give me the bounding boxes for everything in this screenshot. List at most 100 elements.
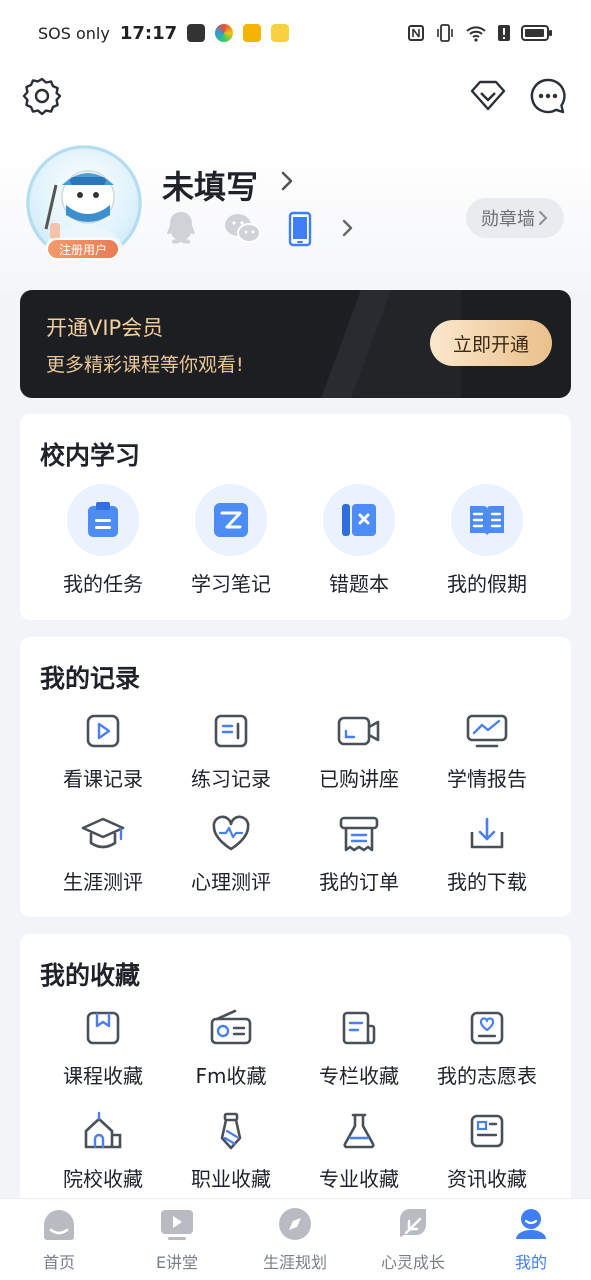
clock: 17:17 [119, 22, 178, 44]
diamond-icon [470, 80, 506, 111]
tab-label: 我的 [514, 1253, 547, 1272]
item-label: 练习记录 [191, 767, 271, 791]
medal-wall-label: 勋章墙 [481, 209, 535, 230]
video-play-icon [161, 1210, 193, 1240]
video-camera-icon [333, 705, 385, 757]
graduation-cap-icon [77, 808, 129, 860]
wrong-book-icon [323, 484, 395, 556]
settings-button[interactable] [22, 76, 62, 116]
item-label: 院校收藏 [63, 1167, 143, 1191]
psych-assessment-item[interactable]: 心理测评 [167, 808, 295, 895]
qq-icon[interactable] [164, 210, 198, 248]
my-vacation-item[interactable]: 我的假期 [423, 484, 551, 597]
carrier-text: SOS only [38, 23, 110, 43]
column-icon [333, 1002, 385, 1054]
my-favorites-card: 我的收藏 课程收藏 Fm收藏 专栏收藏 我的志愿表 院校收藏 职业收藏 专业收藏… [20, 934, 571, 1224]
section-title: 我的收藏 [40, 961, 141, 990]
wechat-icon[interactable] [224, 212, 262, 246]
tab-home[interactable]: 首页 [0, 1207, 118, 1273]
tab-career[interactable]: 生涯规划 [236, 1207, 354, 1273]
note-icon [195, 484, 267, 556]
open-vip-button[interactable]: 立即开通 [430, 320, 552, 366]
news-favorites-item[interactable]: 资讯收藏 [423, 1105, 551, 1192]
learning-report-item[interactable]: 学情报告 [423, 705, 551, 792]
tab-lecture[interactable]: E讲堂 [118, 1207, 236, 1273]
study-notes-item[interactable]: 学习笔记 [167, 484, 295, 597]
section-title: 我的记录 [40, 664, 141, 693]
item-label: 职业收藏 [191, 1167, 271, 1191]
chevron-right-icon[interactable] [278, 170, 296, 192]
compass-icon [279, 1208, 311, 1240]
course-bookmark-icon [77, 1002, 129, 1054]
bottom-tab-bar: 首页 E讲堂 生涯规划 心灵成长 我的 [0, 1198, 591, 1280]
my-records-card: 我的记录 看课记录 练习记录 已购讲座 学情报告 生涯测评 心理测评 我的订单 … [20, 637, 571, 917]
item-label: 我的订单 [319, 870, 399, 894]
clipboard-icon [67, 484, 139, 556]
app-icon [215, 24, 234, 42]
vip-subtitle: 更多精彩课程等你观看! [46, 354, 244, 376]
tab-growth[interactable]: 心灵成长 [354, 1207, 472, 1273]
play-icon [77, 705, 129, 757]
major-favorites-item[interactable]: 专业收藏 [295, 1105, 423, 1192]
my-downloads-item[interactable]: 我的下载 [423, 808, 551, 895]
gear-icon [22, 77, 62, 116]
wifi-icon [466, 26, 486, 42]
status-right [407, 23, 553, 43]
school-icon [77, 1105, 129, 1157]
vip-banner[interactable]: 开通VIP会员 更多精彩课程等你观看! 立即开通 [20, 290, 571, 398]
receipt-icon [333, 808, 385, 860]
monitor-chart-icon [461, 705, 513, 757]
home-icon [44, 1210, 74, 1240]
item-label: 我的任务 [63, 572, 143, 596]
username[interactable]: 未填写 [162, 162, 258, 208]
item-label: 我的志愿表 [437, 1064, 537, 1088]
status-left: SOS only 17:17 [38, 22, 290, 44]
course-favorites-item[interactable]: 课程收藏 [39, 1002, 167, 1089]
app-icon [271, 24, 290, 42]
status-bar: SOS only 17:17 [0, 0, 591, 66]
tab-label: 生涯规划 [262, 1253, 327, 1272]
tab-mine[interactable]: 我的 [472, 1207, 590, 1273]
linked-accounts [164, 210, 312, 248]
alert-icon [498, 25, 510, 41]
fm-favorites-item[interactable]: Fm收藏 [167, 1002, 295, 1089]
column-favorites-item[interactable]: 专栏收藏 [295, 1002, 423, 1089]
wrong-book-item[interactable]: 错题本 [295, 484, 423, 597]
item-label: 看课记录 [63, 767, 143, 791]
chevron-right-icon [539, 211, 548, 225]
my-orders-item[interactable]: 我的订单 [295, 808, 423, 895]
open-book-icon [451, 484, 523, 556]
app-icon [243, 24, 262, 42]
item-label: 心理测评 [191, 870, 271, 894]
top-bar [0, 66, 591, 142]
news-icon [461, 1105, 513, 1157]
purchased-lectures-item[interactable]: 已购讲座 [295, 705, 423, 792]
tie-icon [205, 1105, 257, 1157]
item-label: 我的假期 [447, 572, 527, 596]
medal-wall-button[interactable]: 勋章墙 [466, 198, 564, 238]
item-label: 学情报告 [447, 767, 527, 791]
messages-button[interactable] [528, 76, 568, 116]
practice-history-item[interactable]: 练习记录 [167, 705, 295, 792]
chevron-right-icon[interactable] [340, 218, 356, 238]
vibrate-icon [437, 24, 453, 42]
career-assessment-item[interactable]: 生涯测评 [39, 808, 167, 895]
leaf-icon [400, 1209, 426, 1237]
item-label: Fm收藏 [195, 1064, 267, 1088]
campus-learning-card: 校内学习 我的任务 学习笔记 错题本 我的假期 [20, 414, 571, 620]
section-title: 校内学习 [40, 441, 141, 470]
watch-history-item[interactable]: 看课记录 [39, 705, 167, 792]
heart-pulse-icon [205, 808, 257, 860]
school-favorites-item[interactable]: 院校收藏 [39, 1105, 167, 1192]
chat-bubble-icon [530, 78, 566, 114]
my-wishlist-item[interactable]: 我的志愿表 [423, 1002, 551, 1089]
career-favorites-item[interactable]: 职业收藏 [167, 1105, 295, 1192]
registered-user-badge: 注册用户 [46, 238, 120, 260]
item-label: 课程收藏 [63, 1064, 143, 1088]
my-tasks-item[interactable]: 我的任务 [39, 484, 167, 597]
radio-icon [205, 1002, 257, 1054]
vip-diamond-button[interactable] [468, 76, 508, 116]
phone-icon[interactable] [288, 211, 312, 247]
item-label: 资讯收藏 [447, 1167, 527, 1191]
item-label: 学习笔记 [191, 572, 271, 596]
